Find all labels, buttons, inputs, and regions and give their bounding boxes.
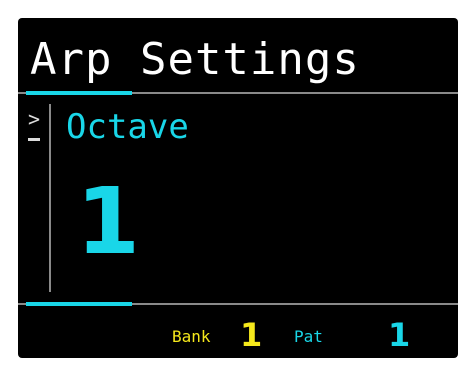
parameter-label[interactable]: Octave xyxy=(66,104,189,150)
screen-title: Arp Settings xyxy=(30,34,360,85)
menu-vertical-divider xyxy=(49,104,51,292)
bank-label: Bank xyxy=(172,327,211,346)
selection-cursor-underline xyxy=(28,138,40,141)
pattern-label: Pat xyxy=(294,327,323,346)
header-divider-accent xyxy=(26,91,132,95)
parameter-value[interactable]: 1 xyxy=(76,172,140,272)
device-screen: Arp Settings > Octave 1 Bank 1 Pat 1 xyxy=(18,18,458,358)
pattern-value: 1 xyxy=(388,316,411,354)
selection-cursor-icon: > xyxy=(28,107,41,131)
footer-divider-accent xyxy=(26,302,132,306)
bank-value: 1 xyxy=(240,316,263,354)
